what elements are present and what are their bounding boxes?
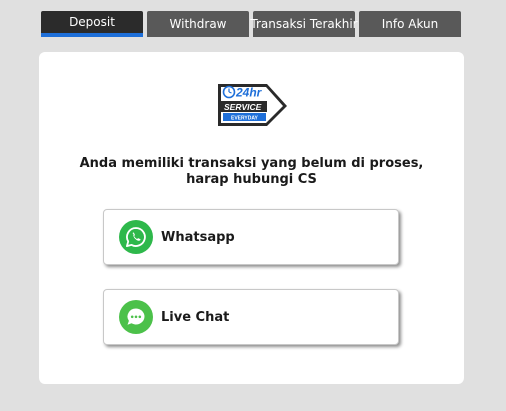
- live-chat-button[interactable]: Live Chat: [103, 289, 399, 345]
- logo-service-text: SERVICE: [224, 102, 262, 112]
- whatsapp-button[interactable]: Whatsapp: [103, 209, 399, 265]
- tab-withdraw[interactable]: Withdraw: [147, 11, 249, 37]
- deposit-card: 24hr SERVICE EVERYDAY Anda memiliki tran…: [39, 52, 464, 384]
- logo-hours-text: 24hr: [235, 86, 263, 100]
- tab-deposit[interactable]: Deposit: [41, 11, 143, 37]
- logo-everyday-text: EVERYDAY: [231, 116, 259, 122]
- live-chat-icon: [119, 300, 153, 334]
- tab-bar: Deposit Withdraw Transaksi Terakhir Info…: [41, 11, 461, 37]
- whatsapp-label: Whatsapp: [161, 229, 235, 245]
- live-chat-label: Live Chat: [161, 309, 230, 325]
- tab-transaksi-terakhir[interactable]: Transaksi Terakhir: [250, 11, 358, 37]
- service-24hr-icon: 24hr SERVICE EVERYDAY: [218, 84, 287, 126]
- tab-info-akun[interactable]: Info Akun: [359, 11, 461, 37]
- whatsapp-icon: [119, 220, 153, 254]
- pending-transaction-message: Anda memiliki transaksi yang belum di pr…: [79, 156, 424, 187]
